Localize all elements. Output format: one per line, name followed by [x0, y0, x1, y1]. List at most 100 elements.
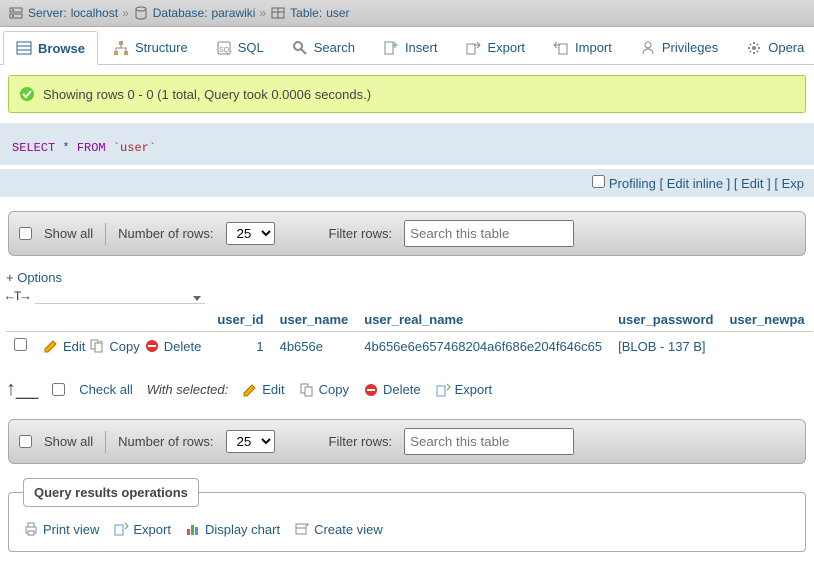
cell-user-name: 4b656e — [272, 332, 357, 361]
cell-user-real-name: 4b656e6e657468204a6f686e204f646c65 — [356, 332, 610, 361]
export-icon — [435, 382, 451, 398]
tab-label: Privileges — [662, 40, 718, 55]
check-all-checkbox[interactable] — [52, 383, 65, 396]
tab-privileges[interactable]: Privileges — [627, 30, 731, 64]
bulk-copy-link[interactable]: Copy — [319, 382, 349, 397]
tabs: Browse Structure SQL SQL Search Insert E… — [0, 27, 814, 65]
profiling-checkbox[interactable] — [592, 175, 605, 188]
edit-inline-link[interactable]: Edit inline — [667, 176, 723, 191]
tab-label: Browse — [38, 41, 85, 56]
tab-label: Search — [314, 40, 355, 55]
sql-star: * — [62, 141, 69, 155]
sql-keyword: SELECT — [12, 141, 55, 155]
sort-desc-icon[interactable] — [189, 290, 205, 306]
tab-search[interactable]: Search — [279, 30, 368, 64]
separator: » — [259, 6, 266, 20]
import-icon — [553, 40, 569, 56]
browse-icon — [16, 40, 32, 56]
show-all-checkbox[interactable] — [19, 435, 32, 448]
chart-icon — [185, 521, 201, 537]
tab-import[interactable]: Import — [540, 30, 625, 64]
display-chart-link[interactable]: Display chart — [185, 521, 280, 537]
structure-icon — [113, 40, 129, 56]
export-link[interactable]: Export — [113, 521, 171, 537]
column-header-user-name[interactable]: user_name — [272, 308, 357, 332]
explain-link[interactable]: [ Exp — [774, 176, 804, 191]
tab-structure[interactable]: Structure — [100, 30, 201, 64]
num-rows-select[interactable]: 25 — [226, 430, 275, 453]
create-view-link[interactable]: + Create view — [294, 521, 383, 537]
up-arrow-icon: ↑__ — [6, 378, 38, 401]
svg-text:+: + — [305, 521, 310, 529]
table-link[interactable]: user — [326, 6, 349, 20]
results-toolbar-top: Show all Number of rows: 25 Filter rows: — [8, 211, 806, 256]
sql-table-name: `user` — [113, 141, 156, 155]
row-copy-link[interactable]: Copy — [109, 339, 139, 354]
export-icon — [465, 40, 481, 56]
delete-icon — [363, 382, 379, 398]
server-link[interactable]: localhost — [71, 6, 118, 20]
database-label: Database: — [153, 6, 208, 20]
status-bar: Showing rows 0 - 0 (1 total, Query took … — [8, 75, 806, 113]
show-all-checkbox[interactable] — [19, 227, 32, 240]
separator: » — [122, 6, 129, 20]
bulk-edit-link[interactable]: Edit — [262, 382, 284, 397]
copy-icon: + — [89, 338, 105, 354]
cell-user-password: [BLOB - 137 B] — [610, 332, 721, 361]
tab-label: Export — [487, 40, 525, 55]
tab-browse[interactable]: Browse — [3, 31, 98, 65]
column-header-user-real-name[interactable]: user_real_name — [356, 308, 610, 332]
tab-label: Structure — [135, 40, 188, 55]
filter-rows-label: Filter rows: — [329, 434, 393, 449]
search-icon — [292, 40, 308, 56]
query-results-operations: Query results operations Print view Expo… — [8, 478, 806, 552]
column-header-user-id[interactable]: user_id — [209, 308, 271, 332]
results-toolbar-bottom: Show all Number of rows: 25 Filter rows: — [8, 419, 806, 464]
tab-insert[interactable]: Insert — [370, 30, 451, 64]
breadcrumb: Server: localhost » Database: parawiki »… — [0, 0, 814, 27]
server-label: Server: — [28, 6, 67, 20]
privileges-icon — [640, 40, 656, 56]
bulk-export-link[interactable]: Export — [455, 382, 493, 397]
column-header-user-newpassword[interactable]: user_newpa — [721, 308, 812, 332]
operations-icon — [746, 40, 762, 56]
show-all-label: Show all — [44, 226, 93, 241]
bulk-delete-link[interactable]: Delete — [383, 382, 421, 397]
filter-rows-input[interactable] — [404, 220, 574, 247]
nav-arrows[interactable]: ←T→ — [6, 289, 29, 304]
tab-export[interactable]: Export — [452, 30, 538, 64]
svg-text:+: + — [99, 339, 103, 346]
delete-icon — [144, 338, 160, 354]
database-icon — [133, 5, 149, 21]
row-checkbox[interactable] — [14, 338, 27, 351]
filter-rows-input[interactable] — [404, 428, 574, 455]
num-rows-select[interactable]: 25 — [226, 222, 275, 245]
row-edit-link[interactable]: Edit — [63, 339, 85, 354]
cell-user-newpassword — [721, 332, 812, 361]
column-header-user-password[interactable]: user_password — [610, 308, 721, 332]
options-link[interactable]: + Options — [6, 270, 814, 285]
table-row: Edit + Copy Delete 1 4b656e 4b656e6e6574… — [6, 332, 813, 361]
svg-text:SQL: SQL — [219, 47, 232, 54]
row-delete-link[interactable]: Delete — [164, 339, 202, 354]
print-view-link[interactable]: Print view — [23, 521, 99, 537]
sql-actions: Profiling [ Edit inline ] [ Edit ] [ Exp — [0, 169, 814, 197]
success-icon — [19, 86, 35, 102]
export-icon — [113, 521, 129, 537]
server-icon — [8, 5, 24, 21]
table-label: Table: — [290, 6, 322, 20]
nav-sort-row: ←T→ — [0, 289, 814, 308]
check-all-link[interactable]: Check all — [79, 382, 132, 397]
ops-legend: Query results operations — [23, 478, 199, 507]
tab-label: Insert — [405, 40, 438, 55]
edit-link[interactable]: Edit — [741, 176, 763, 191]
num-rows-label: Number of rows: — [118, 226, 213, 241]
tab-label: Import — [575, 40, 612, 55]
tab-sql[interactable]: SQL SQL — [203, 30, 277, 64]
sql-icon: SQL — [216, 40, 232, 56]
tab-operations[interactable]: Opera — [733, 30, 814, 64]
database-link[interactable]: parawiki — [211, 6, 255, 20]
print-icon — [23, 521, 39, 537]
with-selected-label: With selected: — [147, 382, 229, 397]
edit-icon — [242, 382, 258, 398]
